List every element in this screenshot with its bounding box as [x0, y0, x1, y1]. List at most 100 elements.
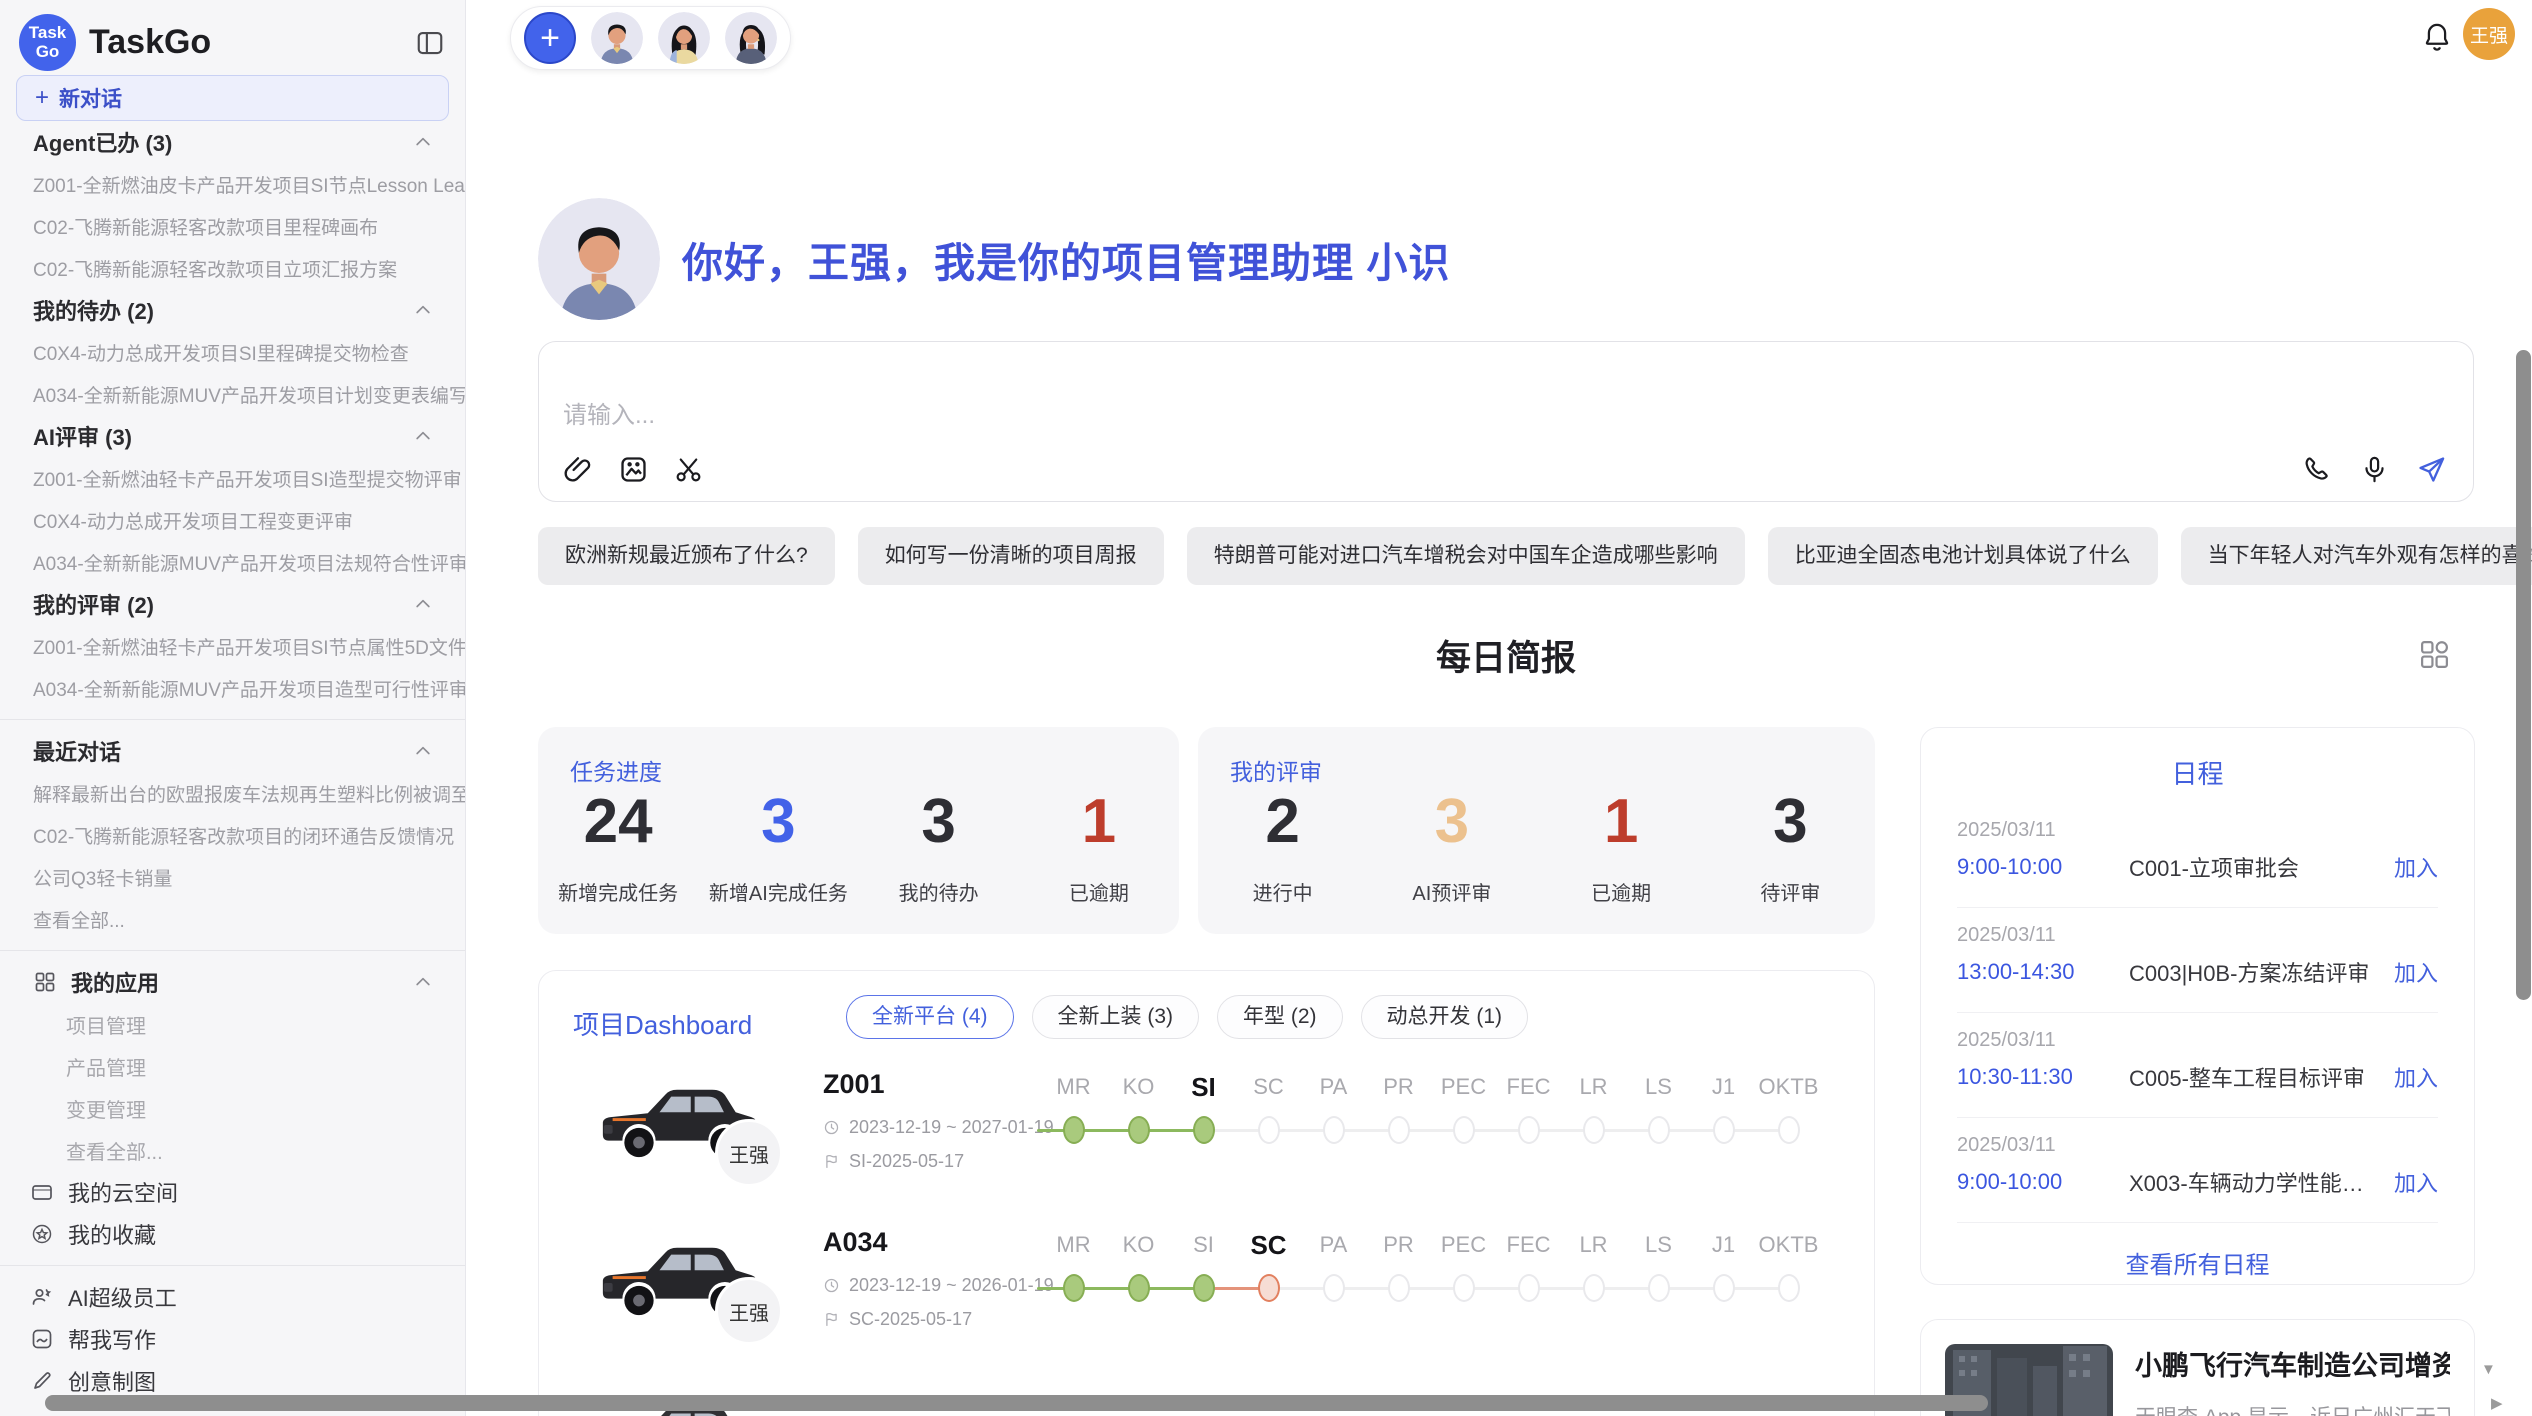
event-join-link[interactable]: 加入	[2394, 1166, 2438, 1198]
dashboard-tab[interactable]: 年型 (2)	[1217, 995, 1343, 1039]
sidebar-body: Agent已办 (3)Z001-全新燃油皮卡产品开发项目SI节点Lesson L…	[0, 121, 465, 1402]
sidebar-item-star[interactable]: 我的收藏	[0, 1213, 465, 1255]
suggestion-chip[interactable]: 比亚迪全固态电池计划具体说了什么	[1768, 527, 2158, 585]
stat-value: 3	[1367, 791, 1536, 853]
dashboard-tabs: 全新平台 (4) 全新上装 (3) 年型 (2) 动总开发 (1)	[846, 995, 1528, 1039]
milestone-dot-SI	[1193, 1116, 1215, 1144]
vertical-scrollbar[interactable]	[2516, 350, 2531, 1000]
phone-icon[interactable]	[2302, 454, 2333, 485]
milestone-label: PA	[1301, 1074, 1366, 1100]
agent-avatar[interactable]	[725, 12, 777, 64]
clock-icon	[823, 1277, 840, 1294]
sidebar-task-item[interactable]: C02-飞腾新能源轻客改款项目里程碑画布	[0, 205, 465, 247]
image-icon[interactable]	[618, 454, 649, 485]
news-card[interactable]: 小鹏飞行汽车制造公司增资 天眼查 App 显示，近日广州汇天飞行汽...	[1920, 1319, 2475, 1416]
chevron-up-icon[interactable]	[413, 972, 433, 992]
app-item[interactable]: 变更管理	[0, 1087, 465, 1129]
greeting-block: 你好，王强，我是你的项目管理助理 小识	[538, 198, 1450, 320]
dashboard-tab[interactable]: 全新上装 (3)	[1032, 995, 1200, 1039]
layout-grid-icon[interactable]	[2418, 638, 2451, 671]
app-item[interactable]: 项目管理	[0, 1003, 465, 1045]
event-time: 9:00-10:00	[1957, 854, 2129, 880]
chevron-up-icon[interactable]	[413, 594, 433, 614]
milestone-dot-PR	[1388, 1116, 1410, 1144]
attachment-icon[interactable]	[563, 454, 594, 485]
view-all-schedule-link[interactable]: 查看所有日程	[1957, 1245, 2438, 1280]
sidebar-section-3[interactable]: 我的评审 (2)	[0, 583, 465, 625]
flag-icon	[823, 1153, 840, 1170]
send-icon[interactable]	[2416, 454, 2447, 485]
horizontal-scrollbar[interactable]	[45, 1395, 1988, 1411]
stat-已逾期: 1已逾期	[1537, 791, 1706, 906]
chevron-up-icon[interactable]	[413, 300, 433, 320]
microphone-icon[interactable]	[2359, 454, 2390, 485]
notification-bell-icon[interactable]	[2419, 18, 2455, 54]
chat-input[interactable]	[563, 394, 2063, 438]
sidebar-link-label: 我的云空间	[68, 1176, 178, 1208]
dashboard-tab[interactable]: 动总开发 (1)	[1361, 995, 1529, 1039]
project-row-A034[interactable]: 王强A0342023-12-19 ~ 2026-01-19SC-2025-05-…	[539, 1219, 1874, 1377]
app-item[interactable]: 产品管理	[0, 1045, 465, 1087]
sidebar-task-item[interactable]: Z001-全新燃油轻卡产品开发项目SI造型提交物评审	[0, 457, 465, 499]
user-avatar[interactable]: 王强	[2463, 8, 2515, 60]
sidebar-task-item[interactable]: A034-全新新能源MUV产品开发项目造型可行性评审	[0, 667, 465, 709]
sidebar-tool-write[interactable]: 帮我写作	[0, 1318, 465, 1360]
stat-我的待办: 3 我的待办	[859, 791, 1019, 906]
chevron-up-icon[interactable]	[413, 426, 433, 446]
sidebar-task-item[interactable]: A034-全新新能源MUV产品开发项目法规符合性评审	[0, 541, 465, 583]
scissors-icon[interactable]	[673, 454, 704, 485]
sidebar-task-item[interactable]: C0X4-动力总成开发项目工程变更评审	[0, 499, 465, 541]
stat-新增完成任务: 24新增完成任务	[538, 791, 698, 906]
milestone-labels: MRKOSISCPAPRPECFECLRLSJ1OKTB	[1041, 1229, 1841, 1261]
sidebar-task-item[interactable]: A034-全新新能源MUV产品开发项目计划变更表编写	[0, 373, 465, 415]
event-join-link[interactable]: 加入	[2394, 956, 2438, 988]
recent-chat-item[interactable]: 公司Q3轻卡销量	[0, 856, 465, 898]
project-dates-text: 2023-12-19 ~ 2026-01-19	[849, 1275, 1054, 1296]
apps-view-all-link[interactable]: 查看全部...	[0, 1129, 465, 1171]
stat-value: 3	[859, 791, 1019, 853]
event-join-link[interactable]: 加入	[2394, 1061, 2438, 1093]
chevron-up-icon[interactable]	[413, 741, 433, 761]
new-chat-button[interactable]: + 新对话	[16, 75, 449, 121]
recent-view-all-link[interactable]: 查看全部...	[0, 898, 465, 940]
dashboard-tab[interactable]: 全新平台 (4)	[846, 995, 1014, 1039]
recent-chat-item[interactable]: 解释最新出台的欧盟报废车法规再生塑料比例被调至15%...	[0, 772, 465, 814]
milestone-label: SC	[1236, 1230, 1301, 1261]
sidebar-section-recent[interactable]: 最近对话	[0, 730, 465, 772]
milestone-dot-LS	[1648, 1116, 1670, 1144]
recent-chat-item[interactable]: C02-飞腾新能源轻客改款项目的闭环通告反馈情况	[0, 814, 465, 856]
sidebar-section-1-title: 我的待办 (2)	[33, 294, 154, 326]
stat-label: 我的待办	[859, 877, 1019, 906]
project-dashboard-title: 项目Dashboard	[573, 1005, 752, 1042]
sidebar-section-2[interactable]: AI评审 (3)	[0, 415, 465, 457]
scroll-down-arrow-icon[interactable]: ▼	[2481, 1362, 2496, 1377]
suggestion-chip[interactable]: 当下年轻人对汽车外观有怎样的喜好趋势	[2181, 527, 2532, 585]
sidebar-task-item[interactable]: Z001-全新燃油皮卡产品开发项目SI节点Lesson Learn报告	[0, 163, 465, 205]
agent-avatar[interactable]	[591, 12, 643, 64]
sidebar-task-item[interactable]: Z001-全新燃油轻卡产品开发项目SI节点属性5D文件评审	[0, 625, 465, 667]
milestone-dot-OKTB	[1778, 1274, 1800, 1302]
scroll-right-arrow-icon[interactable]: ▶	[2491, 1396, 2503, 1411]
sidebar-task-item[interactable]: C02-飞腾新能源轻客改款项目立项汇报方案	[0, 247, 465, 289]
sidebar-section-0[interactable]: Agent已办 (3)	[0, 121, 465, 163]
suggestion-chip[interactable]: 欧洲新规最近颁布了什么?	[538, 527, 835, 585]
sidebar-item-cloud[interactable]: 我的云空间	[0, 1171, 465, 1213]
main-area: + 王强 你好，王强，我是你的项目管理助理 小识	[467, 0, 2532, 1416]
milestone-dot-PEC	[1453, 1274, 1475, 1302]
project-row-Z001[interactable]: 王强Z0012023-12-19 ~ 2027-01-19SI-2025-05-…	[539, 1061, 1874, 1219]
people-icon	[30, 1285, 54, 1309]
event-join-link[interactable]: 加入	[2394, 851, 2438, 883]
sidebar-collapse-icon[interactable]	[415, 28, 445, 58]
add-agent-button[interactable]: +	[524, 12, 576, 64]
agent-avatar[interactable]	[658, 12, 710, 64]
suggestion-chip[interactable]: 特朗普可能对进口汽车增税会对中国车企造成哪些影响	[1187, 527, 1745, 585]
sidebar-my-apps[interactable]: 我的应用	[0, 961, 465, 1003]
suggestion-chip[interactable]: 如何写一份清晰的项目周报	[858, 527, 1164, 585]
event-name: C003|H0B-方案冻结评审	[2129, 956, 2382, 988]
sidebar-section-recent-title: 最近对话	[33, 735, 121, 767]
sidebar-task-item[interactable]: C0X4-动力总成开发项目SI里程碑提交物检查	[0, 331, 465, 373]
chevron-up-icon[interactable]	[413, 132, 433, 152]
sidebar-section-1[interactable]: 我的待办 (2)	[0, 289, 465, 331]
sidebar-tool-people[interactable]: AI超级员工	[0, 1276, 465, 1318]
milestone-label: SI	[1171, 1232, 1236, 1258]
